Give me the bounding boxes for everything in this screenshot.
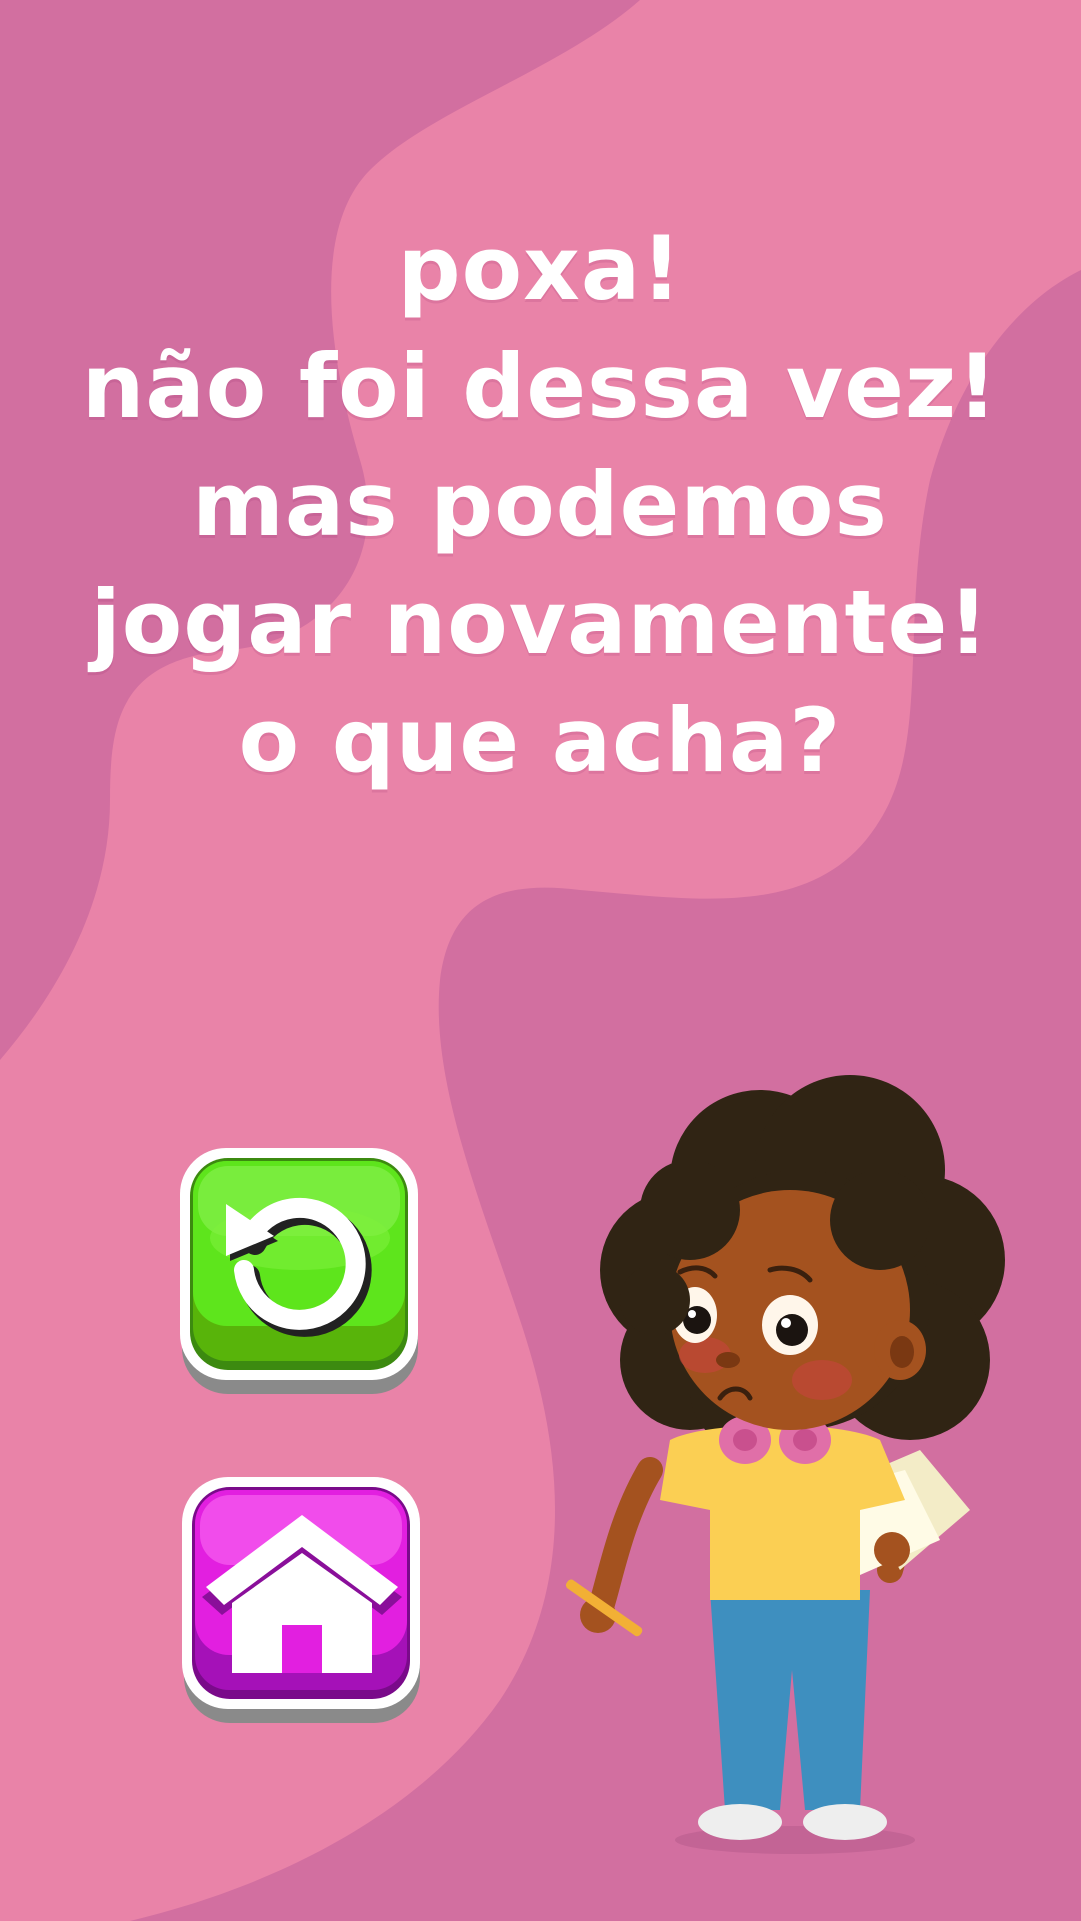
sad-girl-character: [560, 1070, 1030, 1870]
message-line-5: o que acha?: [238, 689, 842, 792]
home-icon: [182, 1477, 420, 1723]
message-text: poxa! não foi dessa vez! mas podemos jog…: [40, 210, 1040, 800]
message-line-2: não foi dessa vez!: [81, 335, 999, 438]
home-button[interactable]: [180, 1475, 424, 1727]
restart-icon: [180, 1148, 418, 1394]
message-line-3: mas podemos: [192, 453, 888, 556]
message-line-4: jogar novamente!: [90, 571, 990, 674]
retry-button[interactable]: [178, 1146, 422, 1398]
message-line-1: poxa!: [397, 217, 683, 320]
